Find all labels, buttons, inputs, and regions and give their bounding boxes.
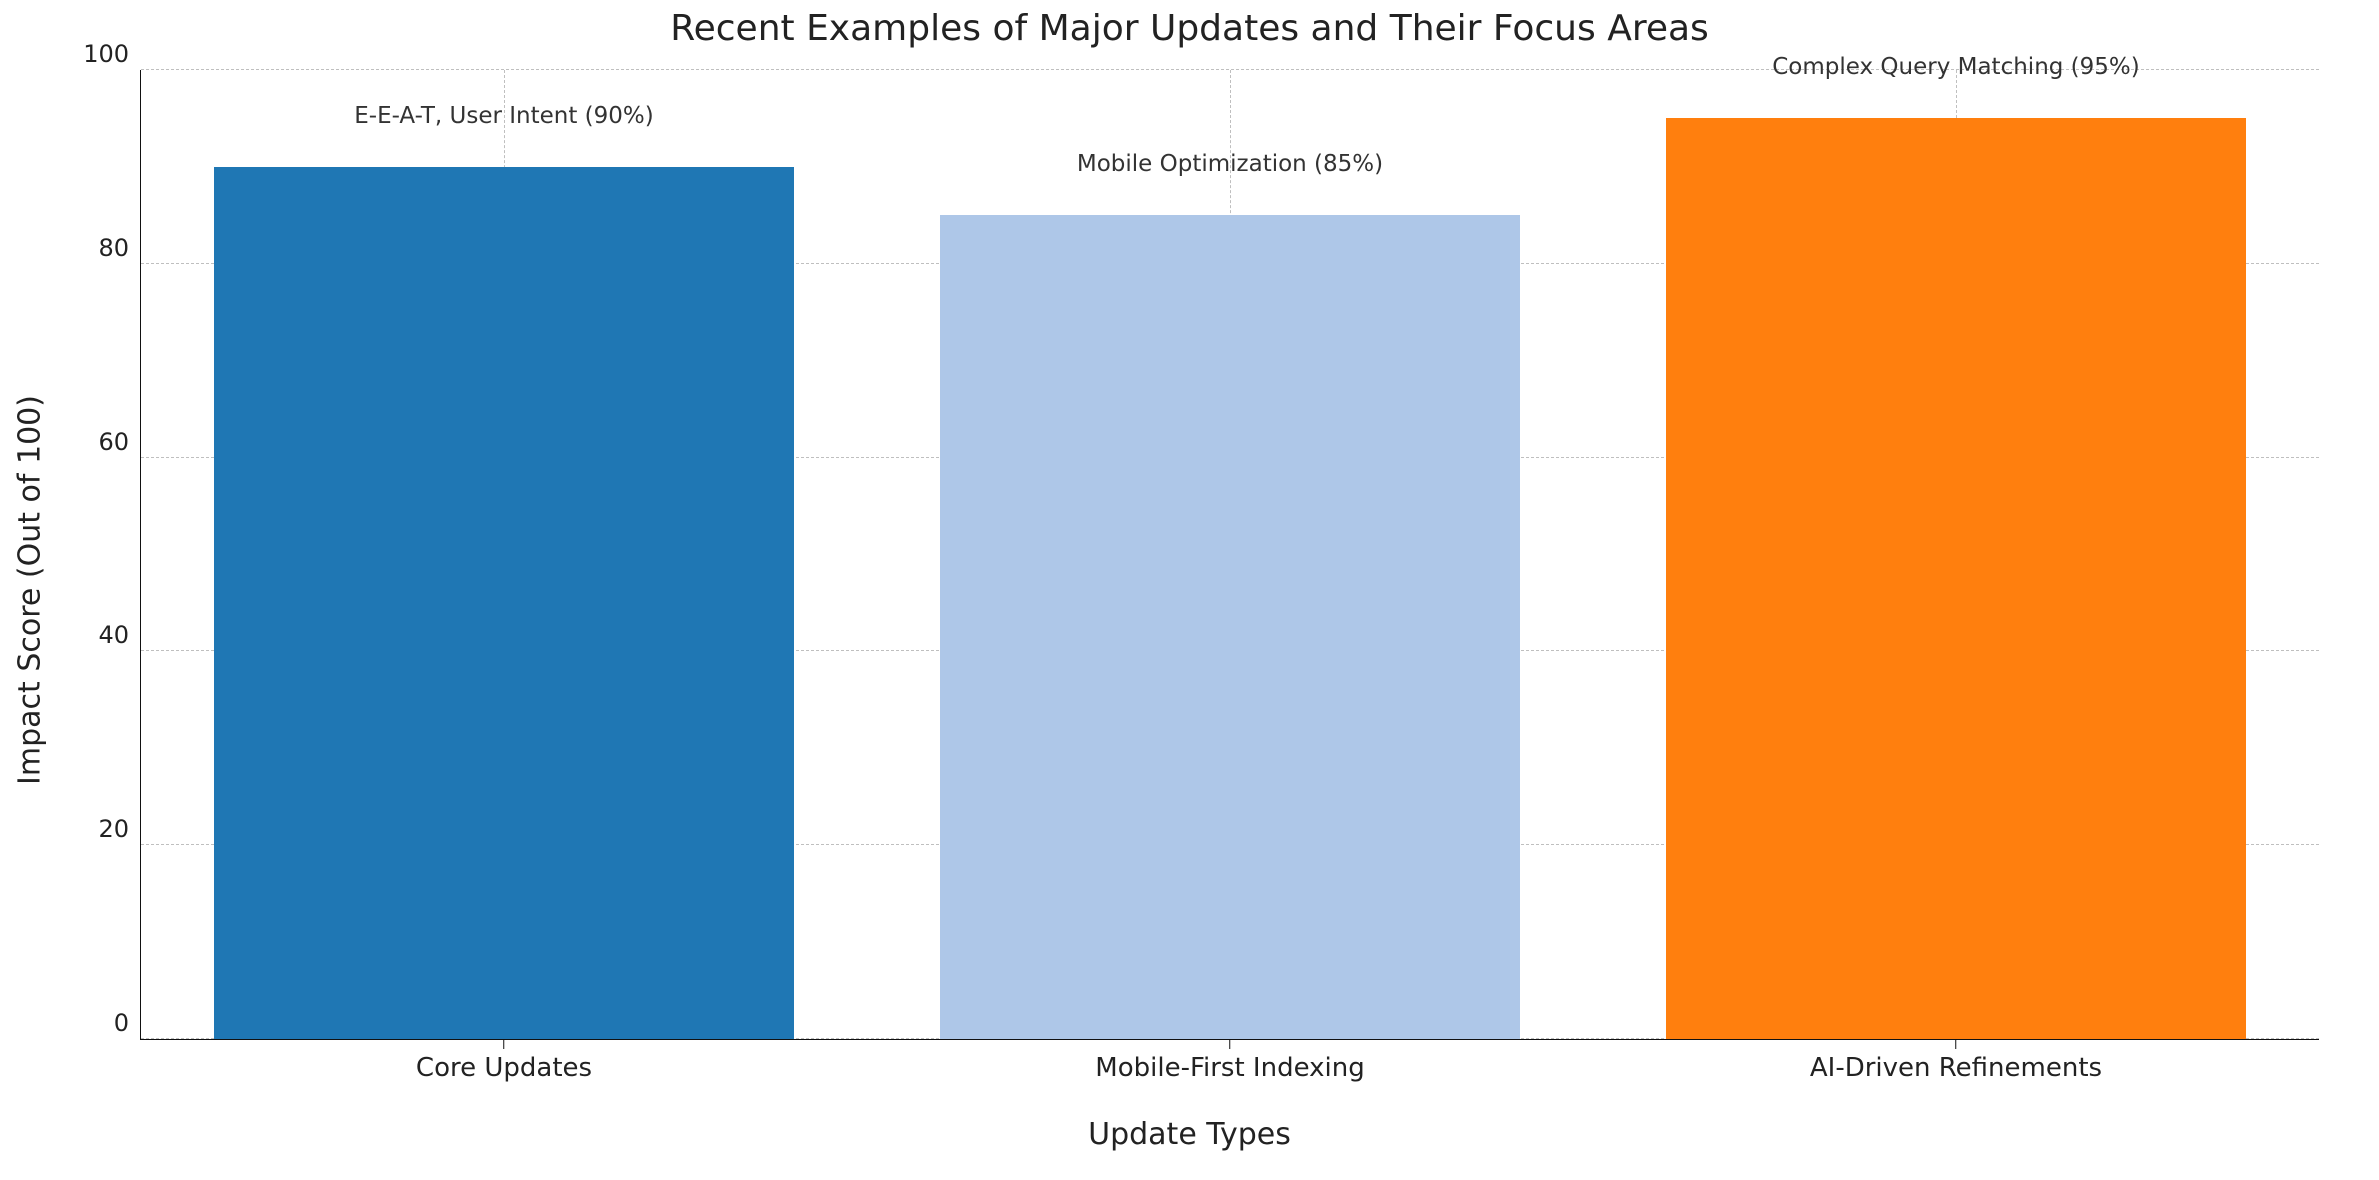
xtick-label: AI-Driven Refinements xyxy=(1810,1039,2102,1083)
bar-mobile-first-indexing xyxy=(940,215,1521,1039)
x-axis-label: Update Types xyxy=(0,1117,2379,1152)
ytick-label: 20 xyxy=(98,815,141,843)
xtick-label: Mobile-First Indexing xyxy=(1095,1039,1364,1083)
ytick-label: 80 xyxy=(98,234,141,262)
plot-area: 0 20 40 60 80 100 E-E-A-T, User Intent (… xyxy=(140,70,2319,1040)
ytick-label: 0 xyxy=(114,1009,141,1037)
ytick-label: 100 xyxy=(83,40,141,68)
bar-annotation: E-E-A-T, User Intent (90%) xyxy=(354,103,653,135)
chart-container: Recent Examples of Major Updates and The… xyxy=(0,0,2379,1180)
y-axis-label: Impact Score (Out of 100) xyxy=(13,395,48,785)
bar-annotation: Mobile Optimization (85%) xyxy=(1077,151,1383,183)
xtick-label: Core Updates xyxy=(416,1039,592,1083)
ytick-label: 60 xyxy=(98,428,141,456)
bar-annotation: Complex Query Matching (95%) xyxy=(1772,54,2140,86)
bar-ai-driven-refinements xyxy=(1666,118,2247,1039)
chart-title: Recent Examples of Major Updates and The… xyxy=(0,8,2379,49)
ytick-label: 40 xyxy=(98,621,141,649)
bar-core-updates xyxy=(214,167,795,1039)
